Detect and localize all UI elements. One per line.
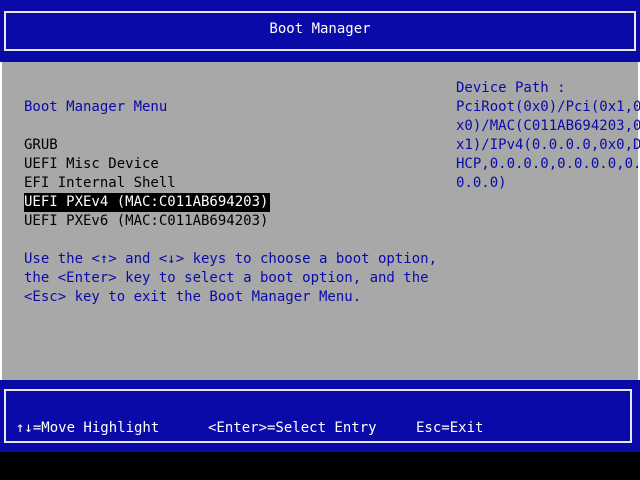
title-bar: Boot Manager (0, 0, 640, 62)
help-text-line: the <Enter> key to select a boot option,… (24, 270, 429, 286)
main-panel: Boot Manager Menu GRUB UEFI Misc Device … (0, 62, 640, 380)
boot-manager-screen: Boot Manager Boot Manager Menu GRUB UEFI… (0, 0, 640, 480)
device-path-line: x1)/IPv4(0.0.0.0,0x0,D (456, 137, 640, 153)
bottom-margin (0, 452, 640, 480)
page-title: Boot Manager (269, 21, 371, 37)
footer-exit-hint: Esc=Exit (416, 420, 484, 436)
footer-bar: ↑↓=Move Highlight <Enter>=Select Entry E… (0, 380, 640, 452)
boot-option-uefi-misc-device[interactable]: UEFI Misc Device (24, 155, 159, 174)
menu-heading: Boot Manager Menu (24, 99, 168, 115)
device-path-line: HCP,0.0.0.0,0.0.0.0,0. (456, 156, 640, 172)
help-text-line: <Esc> key to exit the Boot Manager Menu. (24, 289, 362, 305)
boot-option-uefi-pxev6[interactable]: UEFI PXEv6 (MAC:C011AB694203) (24, 212, 268, 231)
device-path-line: x0)/MAC(C011AB694203,0 (456, 118, 640, 134)
help-text-line: Use the <↑> and <↓> keys to choose a boo… (24, 251, 438, 267)
footer-select-entry-hint: <Enter>=Select Entry (208, 420, 377, 436)
boot-option-uefi-pxev4[interactable]: UEFI PXEv4 (MAC:C011AB694203) (24, 193, 271, 212)
device-path-line: PciRoot(0x0)/Pci(0x1,0 (456, 99, 640, 115)
device-path-title: Device Path : (456, 80, 566, 96)
boot-option-grub[interactable]: GRUB (24, 136, 58, 155)
device-path-line: 0.0.0) (456, 175, 507, 191)
footer-move-highlight-hint: ↑↓=Move Highlight (16, 420, 160, 436)
left-border (0, 62, 2, 380)
boot-option-efi-internal-shell[interactable]: EFI Internal Shell (24, 174, 176, 193)
